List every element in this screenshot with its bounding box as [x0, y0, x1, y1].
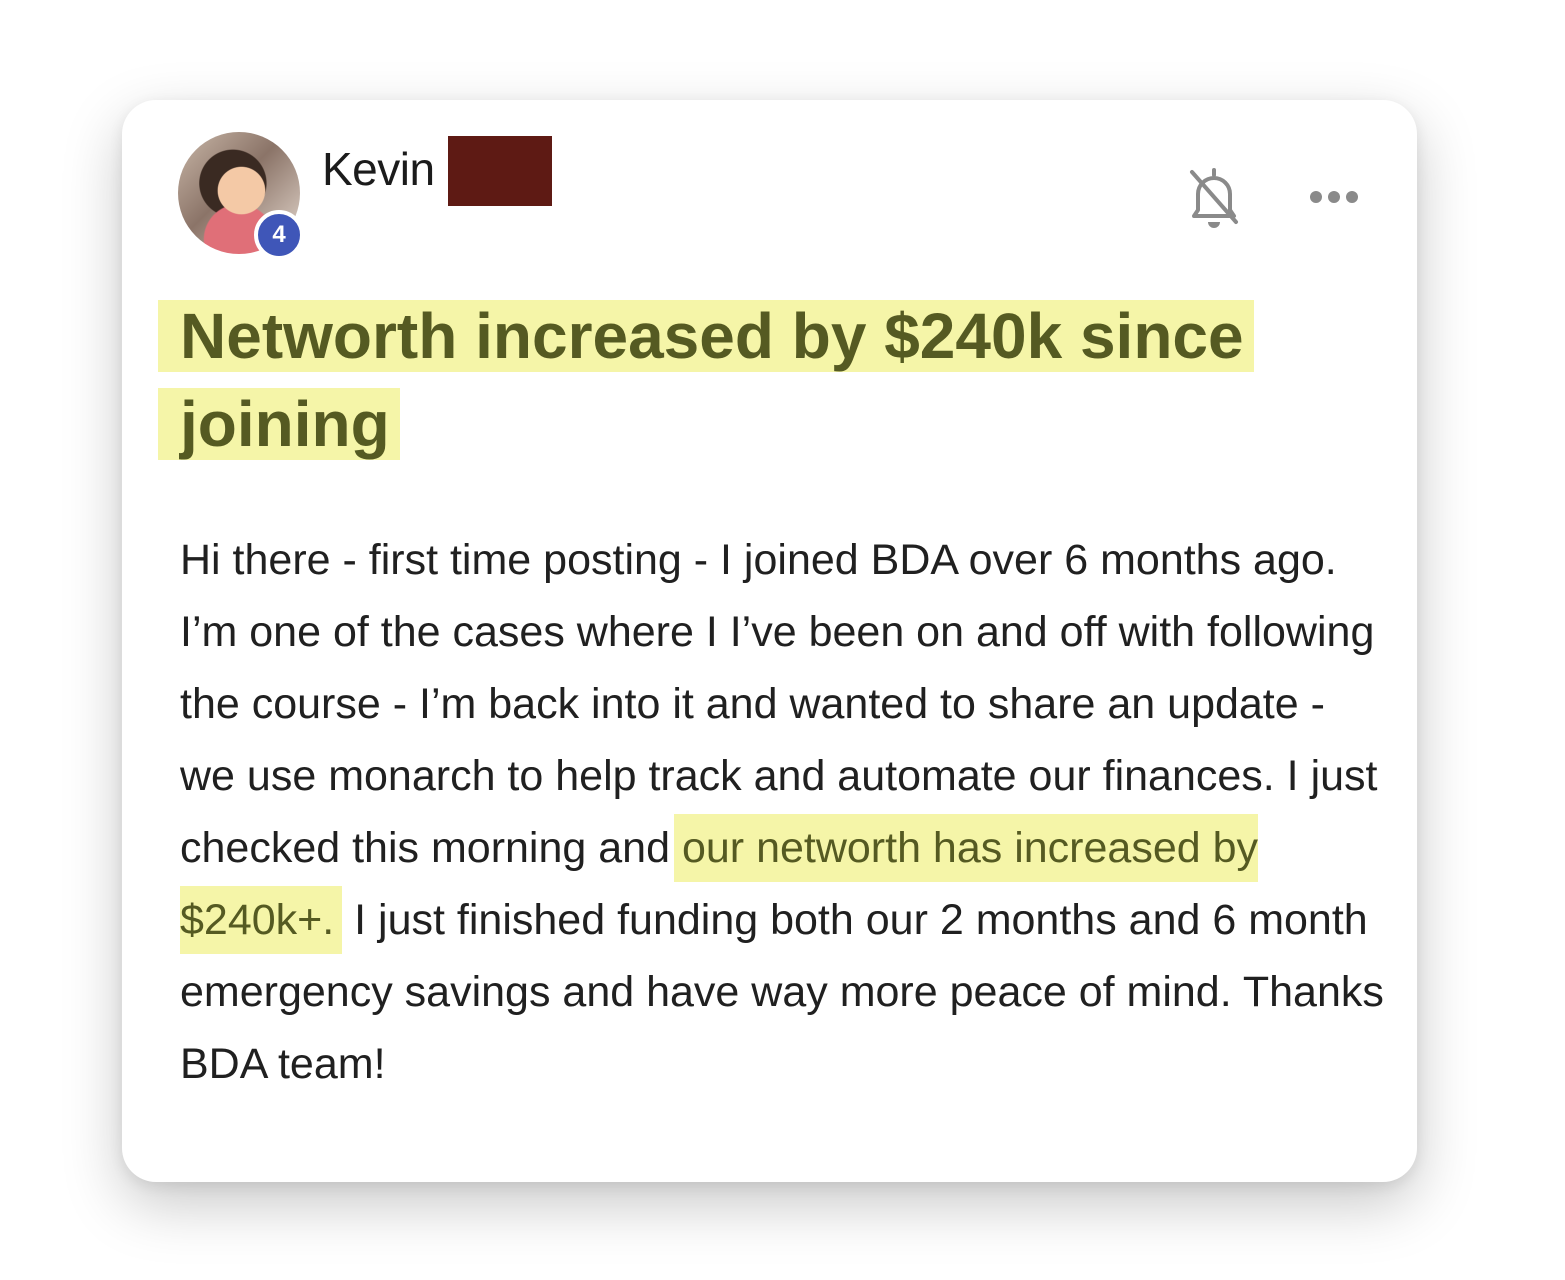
post-title-highlight: Networth increased by $240k since joinin… — [158, 300, 1254, 460]
avatar-container[interactable]: 4 — [178, 132, 304, 260]
redaction-block — [448, 136, 552, 206]
post-body: Hi there - first time posting - I joined… — [180, 524, 1390, 1100]
level-badge: 4 — [254, 210, 304, 260]
post-card: 4 Kevin Networth increased by $240k sinc… — [122, 100, 1417, 1182]
post-title: Networth increased by $240k since joinin… — [158, 292, 1308, 468]
author-name[interactable]: Kevin — [322, 142, 435, 196]
bell-off-icon[interactable] — [1184, 164, 1244, 230]
post-body-text-end: I just finished funding both our 2 month… — [180, 896, 1384, 1088]
more-options-icon[interactable] — [1304, 184, 1364, 210]
